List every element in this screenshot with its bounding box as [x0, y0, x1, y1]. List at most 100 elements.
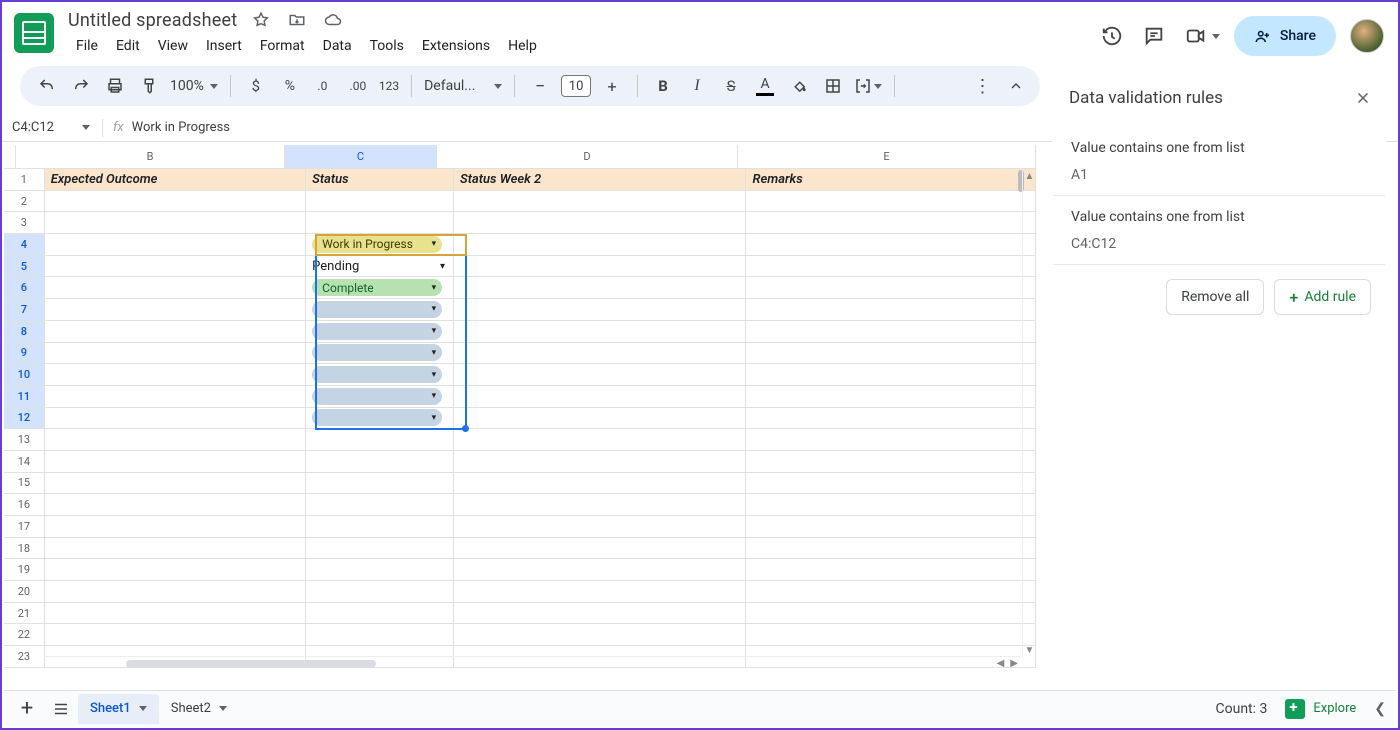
cell-D15[interactable]	[454, 473, 746, 495]
cell-E6[interactable]	[746, 277, 1036, 299]
strikethrough-button[interactable]: S	[718, 73, 744, 99]
cell-D4[interactable]	[454, 234, 746, 256]
text-color-button[interactable]: A	[752, 73, 778, 99]
all-sheets-button[interactable]	[44, 692, 78, 726]
cell-E19[interactable]	[746, 559, 1036, 581]
cell-E13[interactable]	[746, 429, 1036, 451]
status-chip[interactable]: ▾	[312, 323, 442, 340]
collapse-side-panel-button[interactable]: ❮	[1374, 701, 1386, 717]
cell-E22[interactable]	[746, 624, 1036, 646]
cell-E4[interactable]	[746, 234, 1036, 256]
row-header-16[interactable]: 16	[4, 494, 45, 516]
scroll-down-icon[interactable]: ▼	[1025, 645, 1035, 656]
cell-D1[interactable]: Status Week 2	[454, 169, 746, 191]
validation-rule-item[interactable]: Value contains one from listA1	[1053, 127, 1385, 196]
paint-format-button[interactable]	[136, 73, 162, 99]
row-header-2[interactable]: 2	[4, 191, 45, 213]
cell-C11[interactable]: ▾	[306, 386, 454, 408]
cell-B21[interactable]	[45, 603, 306, 625]
cell-C21[interactable]	[306, 603, 454, 625]
cell-E16[interactable]	[746, 494, 1036, 516]
cell-C5[interactable]: Pending▾	[306, 256, 454, 278]
cell-B3[interactable]	[45, 212, 306, 234]
comments-icon[interactable]	[1140, 22, 1168, 50]
menu-file[interactable]: File	[68, 34, 106, 58]
zoom-select[interactable]: 100%	[170, 78, 218, 94]
cell-D22[interactable]	[454, 624, 746, 646]
status-chip[interactable]: Work in Progress▾	[312, 236, 442, 253]
cell-E20[interactable]	[746, 581, 1036, 603]
chevron-down-icon[interactable]	[139, 706, 147, 711]
menu-insert[interactable]: Insert	[198, 34, 250, 58]
column-header-D[interactable]: D	[437, 145, 738, 168]
meet-icon[interactable]	[1182, 22, 1210, 50]
row-header-20[interactable]: 20	[4, 581, 45, 603]
cell-C17[interactable]	[306, 516, 454, 538]
star-icon[interactable]	[249, 8, 273, 32]
status-chip[interactable]: ▾	[312, 344, 442, 361]
cell-D12[interactable]	[454, 408, 746, 430]
cell-E12[interactable]	[746, 408, 1036, 430]
cell-E1[interactable]: Remarks	[746, 169, 1036, 191]
cell-B7[interactable]	[45, 299, 306, 321]
column-header-B[interactable]: B	[16, 145, 285, 168]
row-header-8[interactable]: 8	[4, 321, 45, 343]
cell-E5[interactable]	[746, 256, 1036, 278]
account-avatar[interactable]	[1350, 19, 1384, 53]
row-header-18[interactable]: 18	[4, 538, 45, 560]
collapse-toolbar-button[interactable]	[1006, 76, 1026, 96]
cell-E2[interactable]	[746, 191, 1036, 213]
move-folder-icon[interactable]	[285, 8, 309, 32]
cell-B15[interactable]	[45, 473, 306, 495]
cell-C18[interactable]	[306, 538, 454, 560]
row-header-12[interactable]: 12	[4, 408, 45, 430]
cloud-saved-icon[interactable]	[321, 8, 345, 32]
cell-E14[interactable]	[746, 451, 1036, 473]
status-chip[interactable]: ▾	[312, 366, 442, 383]
cell-C22[interactable]	[306, 624, 454, 646]
cell-C2[interactable]	[306, 191, 454, 213]
more-tools-button[interactable]: ⋮	[970, 73, 996, 99]
row-header-22[interactable]: 22	[4, 624, 45, 646]
cell-C12[interactable]: ▾	[306, 408, 454, 430]
bold-button[interactable]: B	[650, 73, 676, 99]
cell-B4[interactable]	[45, 234, 306, 256]
sheet-tab-sheet2[interactable]: Sheet2	[159, 694, 239, 724]
font-select[interactable]: Defaul...	[424, 78, 502, 94]
cell-C9[interactable]: ▾	[306, 343, 454, 365]
cell-D20[interactable]	[454, 581, 746, 603]
cell-C16[interactable]	[306, 494, 454, 516]
scroll-thumb[interactable]	[126, 660, 376, 668]
selection-count[interactable]: Count: 3	[1216, 701, 1268, 717]
validation-rule-item[interactable]: Value contains one from listC4:C12	[1053, 196, 1385, 265]
close-icon[interactable]	[1349, 84, 1377, 112]
increase-decimal-button[interactable]: .00	[345, 73, 371, 99]
number-format-button[interactable]: 123	[379, 73, 399, 99]
cell-C19[interactable]	[306, 559, 454, 581]
formula-bar[interactable]: Work in Progress	[132, 120, 230, 135]
font-size-input[interactable]: 10	[561, 75, 591, 97]
row-header-19[interactable]: 19	[4, 559, 45, 581]
scroll-left-icon[interactable]: ◀	[997, 658, 1005, 669]
row-header-7[interactable]: 7	[4, 299, 45, 321]
fill-color-button[interactable]	[786, 73, 812, 99]
cell-E17[interactable]	[746, 516, 1036, 538]
row-header-15[interactable]: 15	[4, 473, 45, 495]
column-header-E[interactable]: E	[738, 145, 1036, 168]
undo-button[interactable]	[34, 73, 60, 99]
cell-D17[interactable]	[454, 516, 746, 538]
row-header-13[interactable]: 13	[4, 429, 45, 451]
cell-E15[interactable]	[746, 473, 1036, 495]
spreadsheet-grid[interactable]: BCDE 1Expected OutcomeStatusStatus Week …	[4, 145, 1036, 694]
cell-B17[interactable]	[45, 516, 306, 538]
redo-button[interactable]	[68, 73, 94, 99]
horizontal-scrollbar[interactable]: ◀ ▶	[46, 656, 1020, 670]
menu-tools[interactable]: Tools	[362, 34, 412, 58]
italic-button[interactable]: I	[684, 73, 710, 99]
cell-C8[interactable]: ▾	[306, 321, 454, 343]
cell-C20[interactable]	[306, 581, 454, 603]
row-header-5[interactable]: 5	[4, 256, 45, 278]
cell-D21[interactable]	[454, 603, 746, 625]
history-icon[interactable]	[1098, 22, 1126, 50]
sheet-tab-sheet1[interactable]: Sheet1	[78, 694, 159, 724]
